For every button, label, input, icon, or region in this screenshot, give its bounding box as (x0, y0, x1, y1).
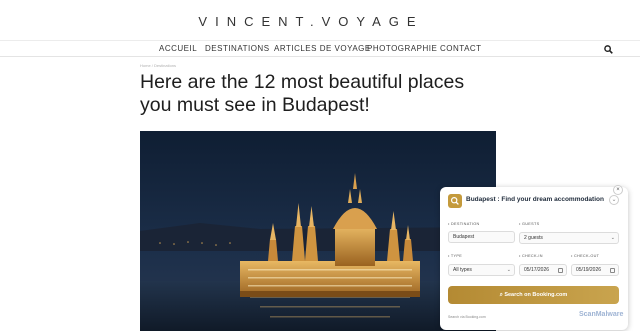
calendar-icon (610, 268, 615, 273)
search-booking-button[interactable]: ⌕ Search on Booking.com (448, 286, 619, 304)
guests-label: • GUESTS (519, 222, 540, 226)
main-nav: ACCUEIL DESTINATIONS ARTICLES DE VOYAGE … (0, 44, 640, 56)
type-select[interactable]: All types ⌄ (448, 264, 515, 276)
nav-item-contact[interactable]: CONTACT (440, 44, 482, 53)
checkin-label: • CHECK-IN (519, 254, 543, 258)
checkin-field[interactable]: 05/17/2026 (519, 264, 567, 276)
breadcrumb[interactable]: Home / Destinations (140, 63, 176, 68)
nav-divider (0, 56, 640, 57)
destination-field[interactable]: Budapest (448, 231, 515, 243)
close-icon[interactable]: × (613, 185, 623, 195)
search-icon (448, 194, 462, 208)
booking-widget: Budapest : Find your dream accommodation… (440, 187, 628, 330)
destination-label: • DESTINATION (448, 222, 480, 226)
widget-title: Budapest : Find your dream accommodation (466, 196, 608, 203)
nav-item-photographie[interactable]: PHOTOGRAPHIE (367, 44, 437, 53)
nav-item-destinations[interactable]: DESTINATIONS (205, 44, 270, 53)
search-icon[interactable] (604, 45, 613, 54)
header-divider (0, 40, 640, 41)
nav-item-articles[interactable]: ARTICLES DE VOYAGE (274, 44, 371, 53)
page-title: Here are the 12 most beautiful places yo… (140, 71, 465, 116)
checkout-field[interactable]: 05/19/2026 (571, 264, 619, 276)
type-label: • TYPE (448, 254, 463, 258)
site-logo[interactable]: VINCENT.VOYAGE (0, 14, 622, 29)
nav-item-accueil[interactable]: ACCUEIL (159, 44, 197, 53)
checkout-label: • CHECK-OUT (571, 254, 600, 258)
powered-by-text: Search via Booking.com (448, 315, 486, 319)
watermark-logo: ScanMalware (579, 311, 624, 318)
chevron-down-icon[interactable]: ⌄ (609, 195, 619, 205)
calendar-icon (558, 268, 563, 273)
guests-select[interactable]: 2 guests ⌄ (519, 232, 619, 244)
